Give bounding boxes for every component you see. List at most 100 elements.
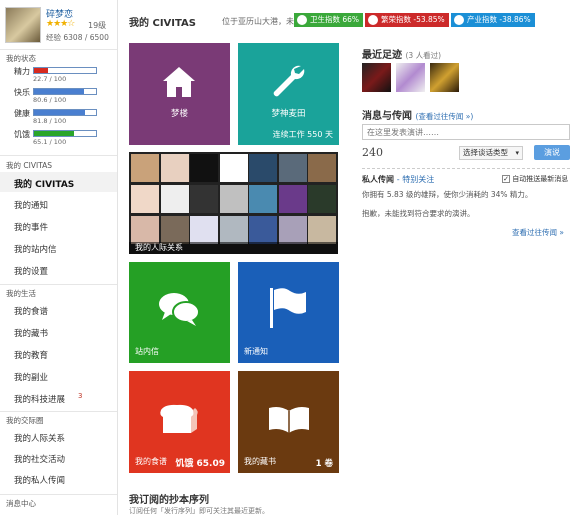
people-tile-label: 我的人际关系 [135, 243, 183, 252]
visitor-avatar[interactable] [430, 63, 459, 92]
speech-input[interactable] [362, 124, 570, 140]
hygiene-index-badge[interactable]: 卫生指数 66% [294, 13, 363, 27]
eloquence-info: 你拥有 5.83 级的雄辩，使你少消耗的 34% 精力。 [362, 190, 533, 199]
message-center-title[interactable]: 消息中心 [6, 498, 36, 509]
stat-value: 80.6 / 100 [33, 96, 67, 104]
contact-avatar[interactable] [308, 216, 336, 244]
user-level: 19级 [88, 21, 107, 30]
books-count: 1 卷 [315, 459, 333, 469]
bread-icon [160, 404, 198, 433]
send-speech-button[interactable]: 演说 [534, 145, 570, 160]
nav-item[interactable]: 我的藏书 [14, 327, 48, 339]
no-speech-notice: 抱歉，未能找到符合要求的演讲。 [362, 209, 475, 218]
contact-avatar[interactable] [219, 185, 248, 213]
stat-bar-fill [34, 110, 85, 115]
contact-avatar[interactable] [219, 216, 248, 244]
subscriptions-title: 我订阅的抄本序列 [129, 495, 209, 506]
divider [0, 49, 117, 50]
books-tile[interactable]: 我的藏书 1 卷 [238, 371, 339, 473]
stat-label: 快乐 [14, 88, 30, 97]
nav-item[interactable]: 我的通知 [14, 199, 48, 211]
nav-item[interactable]: 我的副业 [14, 371, 48, 383]
work-streak: 连续工作 550 天 [272, 130, 333, 139]
contact-avatar[interactable] [190, 154, 218, 182]
contact-avatar[interactable] [131, 185, 159, 213]
life-section-title: 我的生活 [6, 289, 36, 298]
contact-avatar[interactable] [219, 154, 248, 182]
home-tile[interactable]: 梦楼 [129, 43, 230, 145]
contact-avatar[interactable] [278, 185, 307, 213]
nav-item[interactable]: 我的事件 [14, 221, 48, 233]
user-avatar[interactable] [5, 7, 41, 43]
stat-label: 精力 [14, 67, 30, 76]
visitor-avatar[interactable] [396, 63, 425, 92]
stat-bar [33, 88, 97, 95]
nav-item[interactable]: 我的科技进展 [14, 393, 65, 405]
field-tile[interactable]: 梦神麦田 连续工作 550 天 [238, 43, 339, 145]
contact-avatar[interactable] [308, 154, 336, 182]
prosperity-index-badge[interactable]: 繁荣指数 -53.85% [365, 13, 449, 27]
contact-avatar[interactable] [190, 216, 218, 244]
house-icon [163, 67, 195, 97]
footprints-count: (3 人看过) [405, 51, 441, 60]
nav-item[interactable]: 我的社交活动 [14, 453, 65, 465]
contact-avatar[interactable] [308, 185, 336, 213]
social-section-title: 我的交际圈 [6, 416, 44, 425]
chat-icon [159, 293, 200, 326]
notice-tile-label: 新通知 [244, 347, 268, 356]
contact-avatar[interactable] [249, 154, 277, 182]
contact-avatar[interactable] [190, 185, 218, 213]
divider [362, 168, 570, 169]
tech-count-badge: 3 [78, 392, 83, 400]
people-tile[interactable]: 我的人际关系 [129, 152, 338, 254]
industry-index-badge[interactable]: 产业指数 -38.86% [451, 13, 535, 27]
industry-icon [454, 15, 464, 25]
past-rumors-link[interactable]: (查看过往传闻 ») [415, 112, 473, 121]
footprints-title: 最近足迹 (3 人看过) [362, 50, 441, 61]
contact-avatar[interactable] [249, 216, 277, 244]
nav-item[interactable]: 我的食谱 [14, 305, 48, 317]
nav-item[interactable]: 我的教育 [14, 349, 48, 361]
books-tile-label: 我的藏书 [244, 457, 276, 466]
nav-item[interactable]: 我的设置 [14, 265, 48, 277]
stat-label: 健康 [14, 109, 30, 118]
messages-title: 消息与传闻 (查看过往传闻 ») [362, 111, 474, 122]
stat-label: 饥饿 [14, 130, 30, 139]
contact-avatar[interactable] [278, 154, 307, 182]
food-tile[interactable]: 我的食谱 饥饿 65.09 [129, 371, 230, 473]
inbox-tile[interactable]: 站内信 [129, 262, 230, 363]
contact-avatar[interactable] [249, 185, 277, 213]
contact-avatar[interactable] [131, 216, 159, 244]
char-counter: 240 [362, 146, 383, 159]
special-follow-link[interactable]: - 特别关注 [397, 175, 434, 184]
inbox-tile-label: 站内信 [135, 347, 159, 356]
contact-avatar[interactable] [160, 185, 189, 213]
hunger-value: 饥饿 65.09 [175, 459, 225, 469]
view-past-rumors-link[interactable]: 查看过往传闻 » [512, 227, 564, 238]
nav-item[interactable]: 我的站内信 [14, 243, 57, 255]
notice-tile[interactable]: 新通知 [238, 262, 339, 363]
contact-avatar[interactable] [278, 216, 307, 244]
divider [0, 411, 117, 412]
checkbox-checked-icon[interactable]: ✓ [502, 175, 510, 183]
stat-value: 22.7 / 100 [33, 75, 67, 83]
nav-item[interactable]: 我的私人传闻 [14, 474, 65, 486]
divider [0, 494, 117, 495]
subscriptions-hint: 订阅任何「发行序列」即可关注其最近更新。 [129, 507, 269, 515]
user-rank-stars: ★★★☆ [46, 19, 75, 29]
stat-bar-fill [34, 68, 49, 73]
hygiene-icon [297, 15, 307, 25]
speech-type-select[interactable]: 选择谈话类型 ▾ [459, 146, 523, 160]
nav-item[interactable]: 我的 CIVITAS [14, 177, 74, 190]
stat-bar [33, 67, 97, 74]
stat-bar [33, 130, 97, 137]
contact-avatar[interactable] [160, 154, 189, 182]
prosperity-icon [368, 15, 378, 25]
contact-avatar[interactable] [131, 154, 159, 182]
contact-avatar[interactable] [160, 216, 189, 244]
nav-item[interactable]: 我的人际关系 [14, 432, 65, 444]
visitor-avatar[interactable] [362, 63, 391, 92]
food-tile-label: 我的食谱 [135, 457, 167, 466]
auto-push-option[interactable]: ✓ 自动推送最新消息 [502, 174, 568, 184]
home-tile-label: 梦楼 [170, 109, 188, 119]
